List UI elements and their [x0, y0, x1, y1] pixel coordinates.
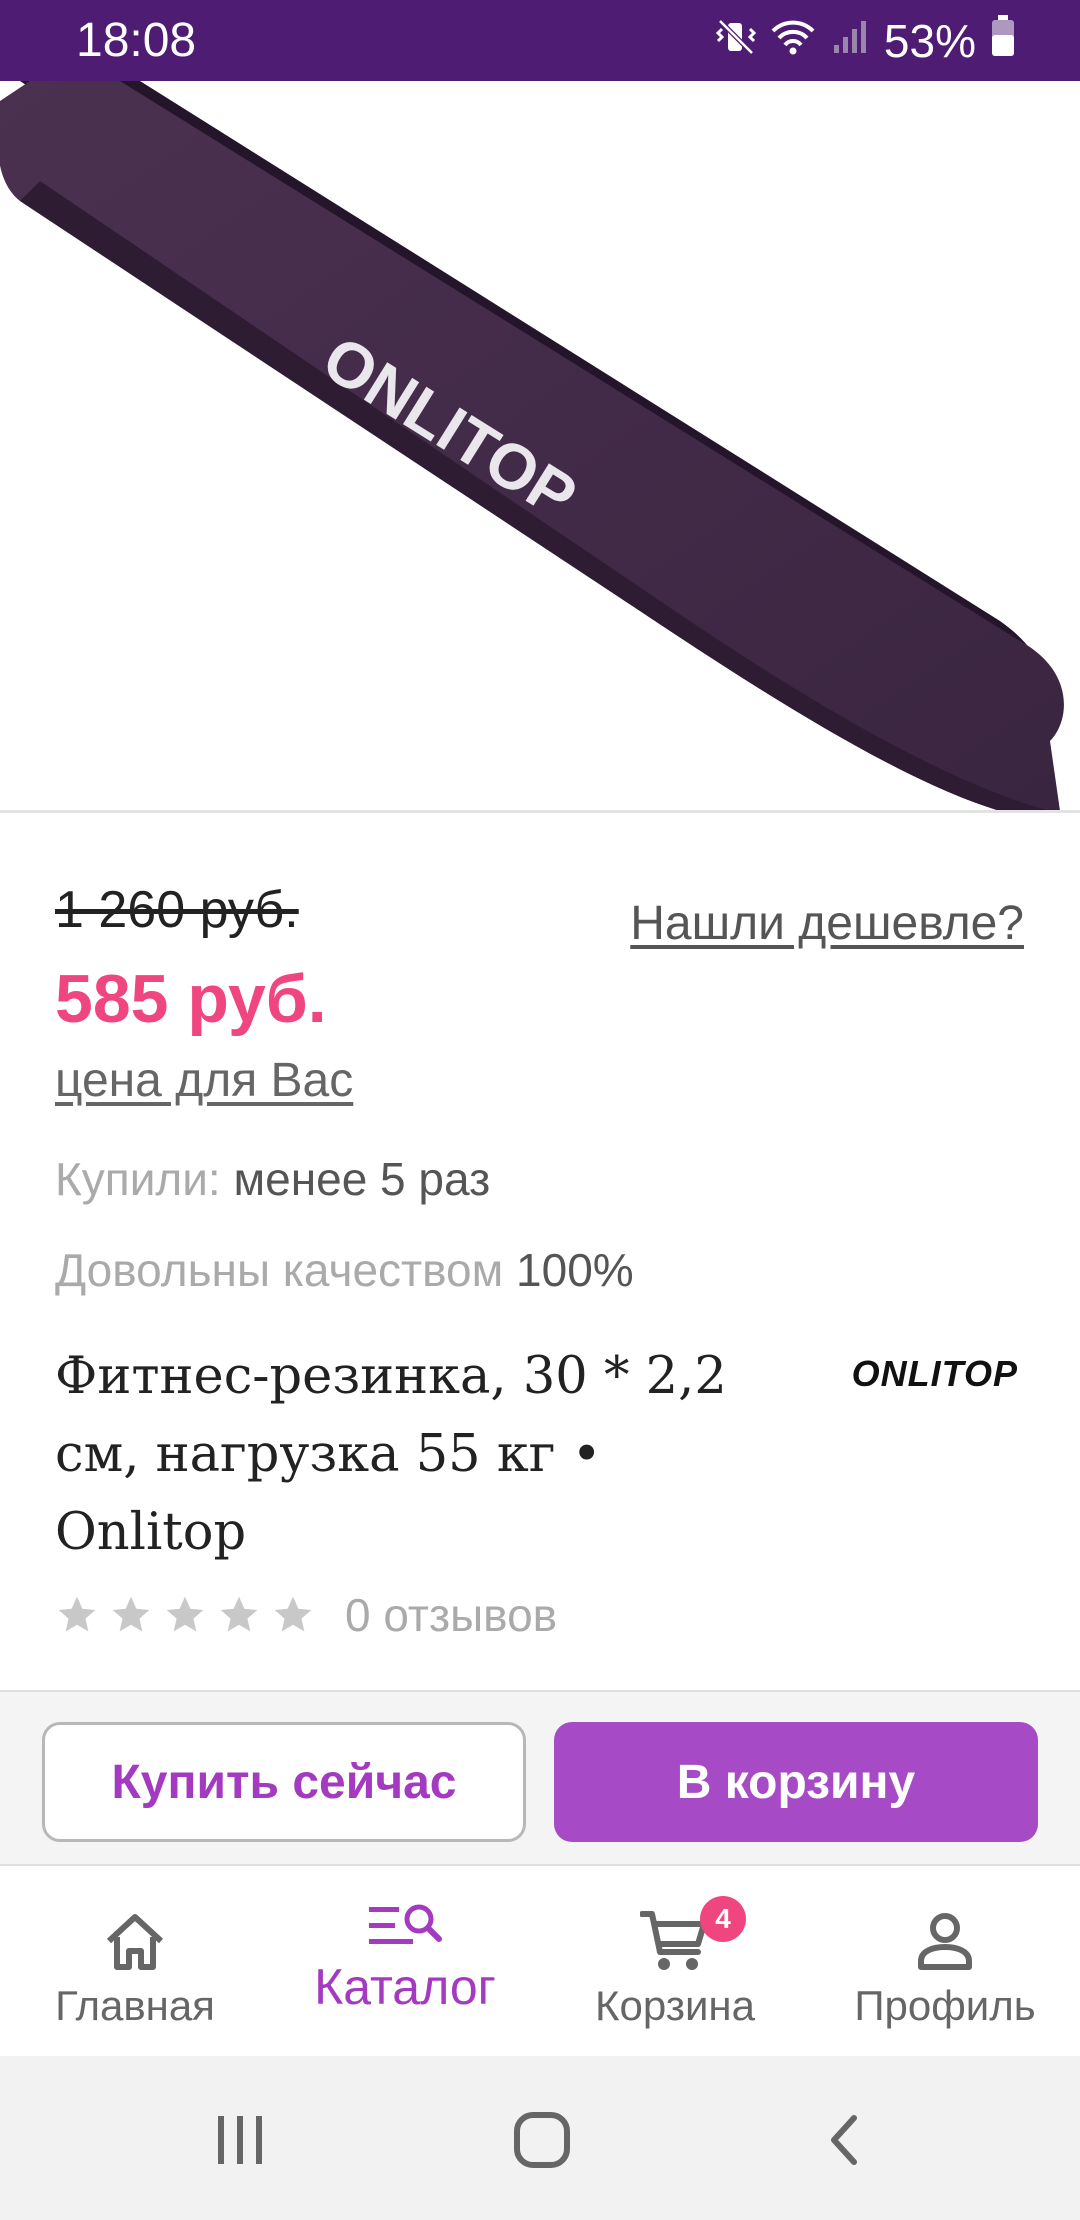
found-cheaper-link[interactable]: Нашли дешевле?: [630, 896, 1024, 951]
nav-label-cart: Корзина: [595, 1982, 755, 2029]
nav-item-cart[interactable]: 4 Корзина: [540, 1866, 810, 2056]
old-price: 1 260 руб.: [55, 881, 299, 939]
nav-label-catalog: Каталог: [314, 1959, 496, 2015]
nav-item-catalog[interactable]: Каталог: [270, 1866, 540, 2056]
system-navigation-bar: [0, 2056, 1080, 2220]
cart-icon: 4: [640, 1896, 746, 1976]
recent-apps-icon[interactable]: [200, 2108, 280, 2172]
battery-percent: 53%: [883, 14, 976, 67]
product-image[interactable]: ONLITOP: [0, 81, 1080, 811]
nav-label-home: Главная: [55, 1982, 215, 2029]
bought-label: Купили:: [55, 1153, 221, 1205]
nav-item-home[interactable]: Главная: [0, 1866, 270, 2056]
quality-label: Довольны качеством: [55, 1244, 504, 1296]
image-divider: [0, 810, 1080, 813]
bottom-navigation: Главная Каталог 4 Корзина Профиль: [0, 1866, 1080, 2056]
brand-logo[interactable]: ONLITOP: [852, 1353, 1018, 1395]
status-time: 18:08: [76, 14, 197, 67]
quality-row: Довольны качеством 100%: [55, 1243, 634, 1297]
quality-value: 100%: [516, 1244, 634, 1296]
star-icon: [220, 1596, 258, 1632]
bought-count-row: Купили: менее 5 раз: [55, 1152, 490, 1206]
profile-icon: [915, 1906, 975, 1976]
status-icons: 53%: [715, 14, 1016, 68]
back-icon[interactable]: [804, 2108, 884, 2172]
product-title: Фитнес-резинка, 30 * 2,2 см, нагрузка 55…: [55, 1347, 727, 1562]
star-icon: [166, 1596, 204, 1632]
reviews-count[interactable]: 0 отзывов: [345, 1588, 557, 1642]
star-icon: [58, 1596, 96, 1632]
cart-badge: 4: [700, 1896, 746, 1942]
home-circle-icon[interactable]: [502, 2108, 582, 2172]
star-icon: [274, 1596, 312, 1632]
nav-item-profile[interactable]: Профиль: [810, 1866, 1080, 2056]
add-to-cart-button[interactable]: В корзину: [554, 1722, 1038, 1842]
purchase-action-bar: Купить сейчас В корзину: [0, 1690, 1080, 1866]
rating-row[interactable]: 0 отзывов: [55, 1588, 557, 1642]
resistance-band-illustration: ONLITOP: [0, 81, 1064, 811]
status-bar: 18:08 53%: [0, 0, 1080, 81]
buy-now-button[interactable]: Купить сейчас: [42, 1722, 526, 1842]
home-icon: [103, 1906, 167, 1976]
wifi-icon: [770, 14, 816, 68]
rating-stars: [55, 1593, 315, 1637]
bought-value: менее 5 раз: [233, 1153, 491, 1205]
mute-vibrate-icon: [715, 14, 757, 68]
catalog-search-icon: [367, 1892, 443, 1962]
price-for-you-link[interactable]: цена для Вас: [55, 1053, 353, 1108]
current-price: 585 руб.: [55, 961, 327, 1037]
star-icon: [112, 1596, 150, 1632]
battery-icon: [990, 14, 1016, 68]
cellular-signal-icon: [830, 14, 870, 68]
nav-label-profile: Профиль: [854, 1982, 1036, 2029]
